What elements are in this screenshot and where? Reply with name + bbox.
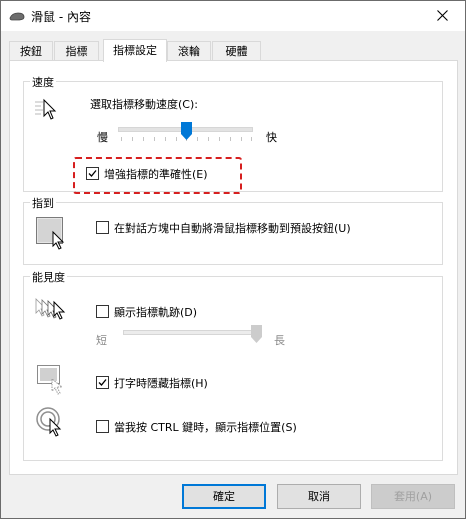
show-location-ctrl-label[interactable]: 當我按 CTRL 鍵時，顯示指標位置(S) (114, 419, 297, 435)
tab-pointer-options[interactable]: 指標設定 (103, 39, 167, 62)
snap-to-group: 指到 在對話方塊中自動將滑鼠指標移動到預設按鈕(U) (23, 195, 443, 265)
hide-while-typing-label[interactable]: 打字時隱藏指標(H) (114, 375, 208, 391)
window-title: 滑鼠 - 內容 (31, 10, 91, 24)
mouse-icon (9, 12, 25, 21)
show-location-ctrl-icon (36, 407, 62, 437)
snap-group-title: 指到 (30, 195, 56, 211)
close-button[interactable] (421, 1, 465, 31)
enhance-precision-label[interactable]: 增強指標的準確性(E) (104, 166, 208, 182)
tab-pointers[interactable]: 指標 (54, 41, 99, 61)
snap-to-default-checkbox[interactable] (96, 221, 109, 234)
pointer-trails-label[interactable]: 顯示指標軌跡(D) (114, 304, 197, 320)
show-location-ctrl-checkbox[interactable] (96, 420, 109, 433)
apply-button[interactable]: 套用(A) (371, 484, 455, 509)
checkmark-icon (88, 170, 97, 177)
tab-hardware[interactable]: 硬體 (212, 41, 261, 61)
tab-buttons[interactable]: 按鈕 (9, 41, 53, 61)
speed-group-title: 速度 (30, 74, 56, 90)
tab-wheel[interactable]: 滾輪 (167, 41, 211, 61)
speed-slow-label: 慢 (97, 131, 108, 144)
pointer-trails-checkbox[interactable] (96, 305, 109, 318)
snap-to-default-label[interactable]: 在對話方塊中自動將滑鼠指標移動到預設按鈕(U) (114, 220, 351, 236)
pointer-speed-icon (35, 98, 57, 120)
trails-slider-track[interactable] (123, 330, 258, 335)
speed-slider-thumb[interactable] (181, 122, 192, 140)
speed-slider-label: 選取指標移動速度(C): (90, 98, 198, 111)
checkmark-icon (98, 379, 107, 386)
trails-long-label: 長 (274, 334, 285, 347)
visibility-group: 能見度 顯示指標軌跡(D) 短 長 打字時隱藏指標(H) 當我按 CTRL 鍵時… (23, 269, 443, 461)
ok-button[interactable]: 確定 (182, 484, 266, 509)
tab-panel: 速度 選取指標移動速度(C): 慢 快 增強指標的準確性(E) 指到 在對話方塊… (9, 60, 458, 475)
title-bar[interactable]: 滑鼠 - 內容 (1, 1, 465, 31)
hide-while-typing-checkbox[interactable] (96, 376, 109, 389)
pointer-trails-icon (35, 298, 66, 320)
mouse-properties-window: 滑鼠 - 內容 按鈕 指標 指標設定 滾輪 硬體 速度 選取指標移動速度(C):… (0, 0, 466, 519)
cancel-button[interactable]: 取消 (277, 484, 361, 509)
speed-group: 速度 選取指標移動速度(C): 慢 快 增強指標的準確性(E) (23, 74, 443, 194)
snap-to-button-icon (36, 217, 65, 250)
hide-while-typing-icon (37, 365, 64, 395)
enhance-precision-checkbox[interactable] (86, 167, 99, 180)
visibility-group-title: 能見度 (30, 269, 67, 285)
trails-slider-thumb[interactable] (251, 325, 262, 343)
close-icon (437, 10, 448, 21)
trails-short-label: 短 (96, 334, 107, 347)
speed-fast-label: 快 (266, 131, 277, 144)
